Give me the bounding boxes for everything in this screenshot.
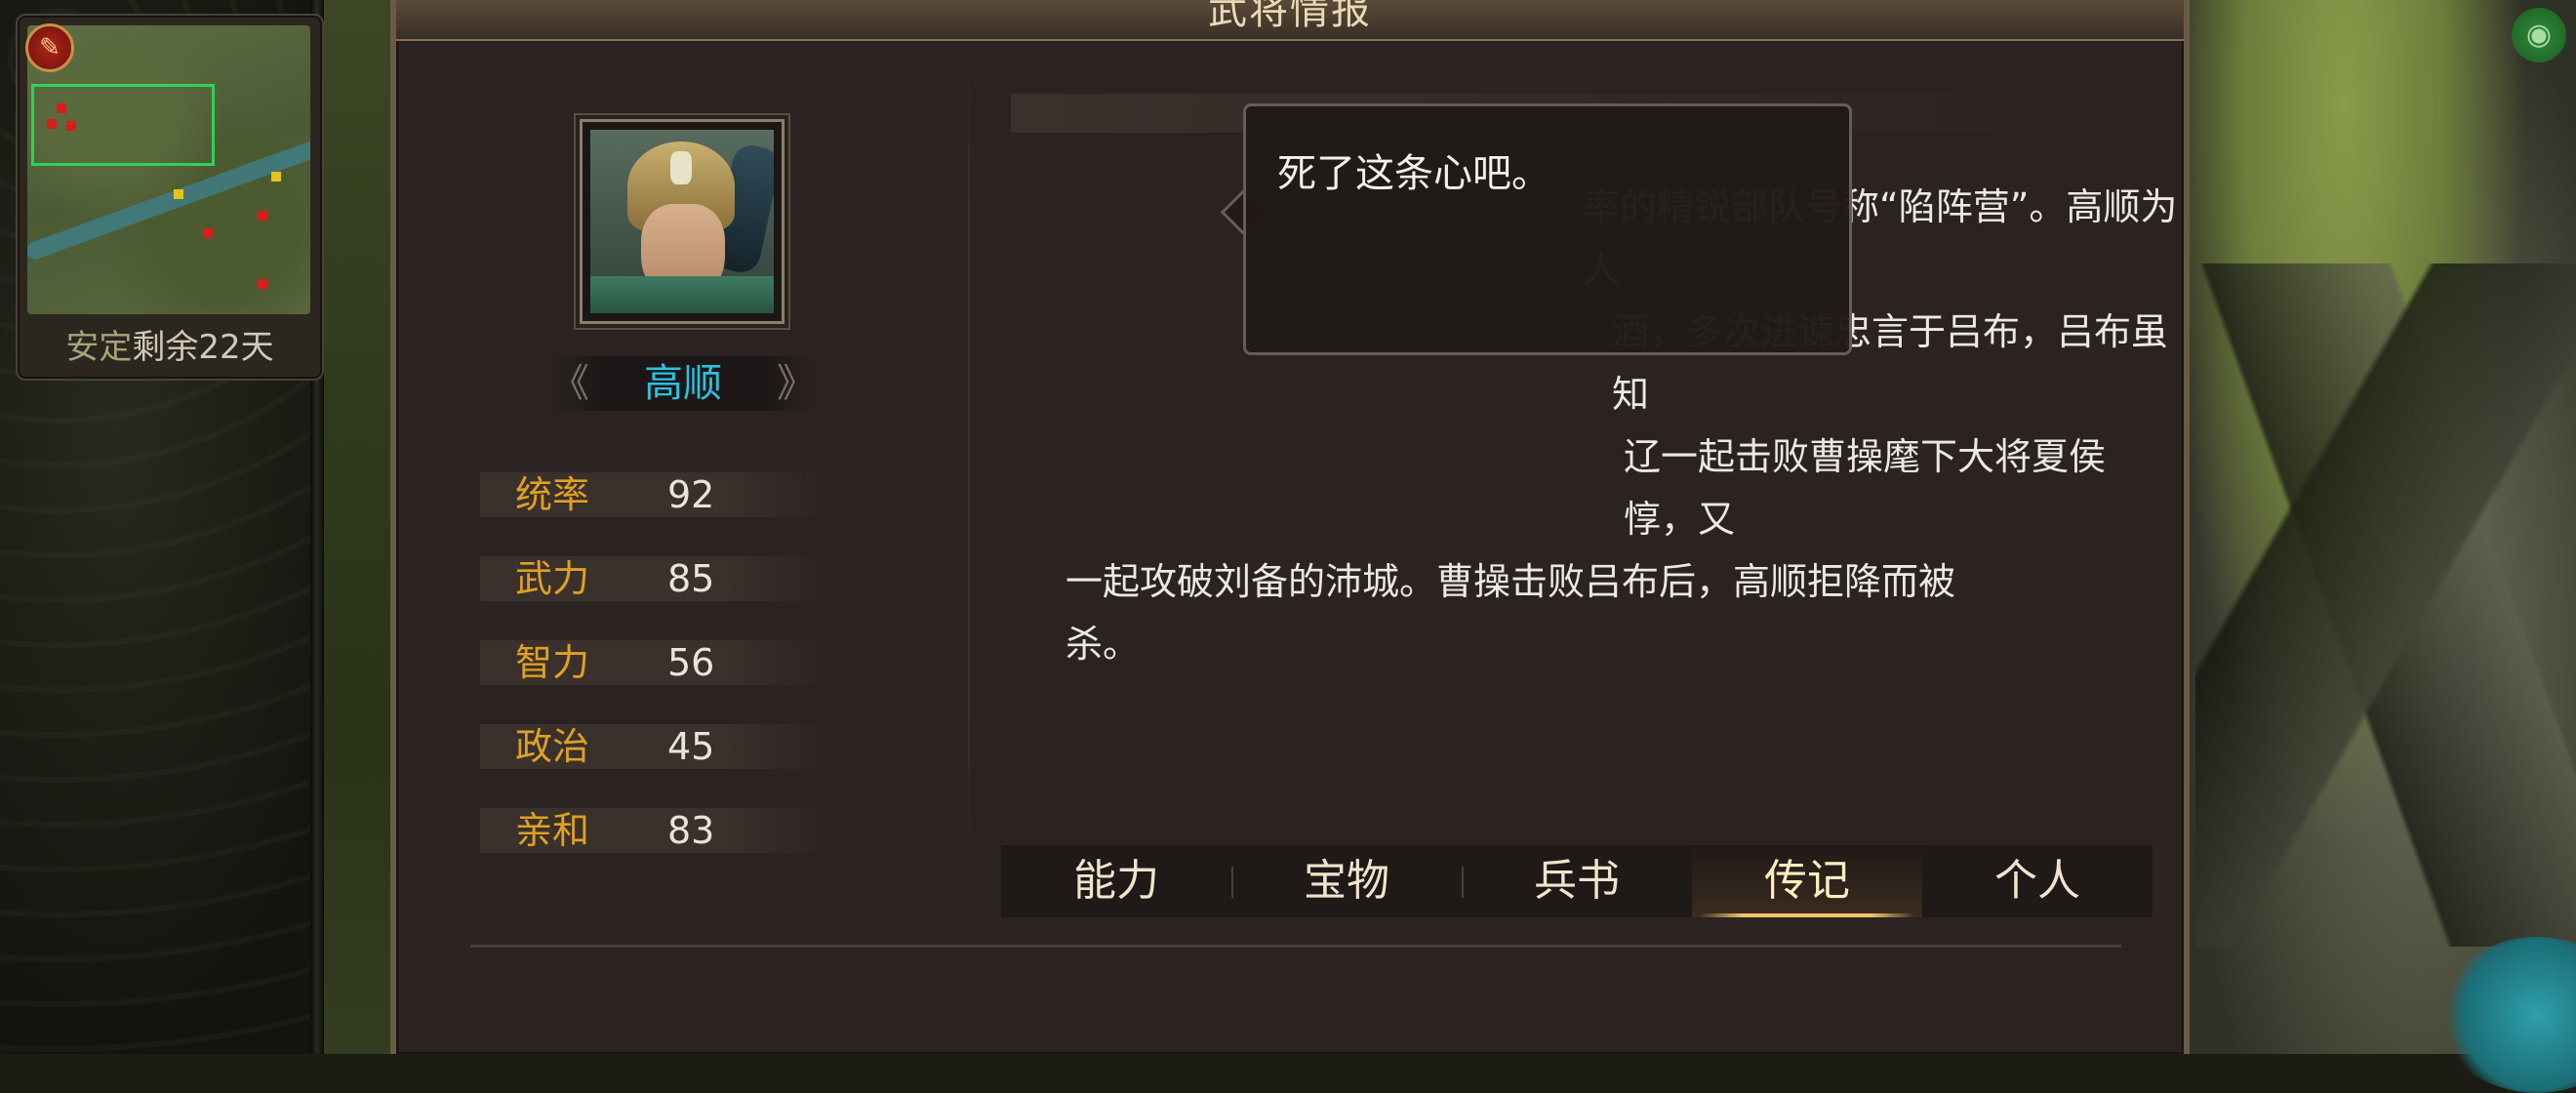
general-portrait-frame[interactable] [580,119,785,324]
minimap[interactable] [27,25,310,314]
column-divider [968,59,970,859]
minimap-city-marker [174,189,183,199]
tab-military-book[interactable]: 兵书 [1462,845,1692,917]
minimap-city-marker [66,121,76,131]
stat-label: 统率 [515,473,590,516]
stat-label: 智力 [515,641,590,684]
biography-line: 杀。 [1066,623,1141,666]
biography-line: 辽一起击败曹操麾下大将夏侯惇，又 [1624,435,2107,541]
stat-value: 56 [667,641,715,684]
days-remaining: 剩余22天 [132,328,274,367]
stat-value: 85 [667,557,715,600]
minimap-panel[interactable]: ✎ 安定剩余22天 [16,14,324,381]
red-seal-icon[interactable]: ✎ [25,23,74,72]
cloak [590,276,774,313]
tab-personal[interactable]: 个人 [1922,845,2153,917]
bottom-divider [470,945,2121,948]
tab-treasure[interactable]: 宝物 [1231,845,1462,917]
stat-row-strength: 武力 85 [480,556,831,601]
stat-value: 83 [667,809,715,852]
minimap-city-marker [203,228,213,238]
tab-biography[interactable]: 传记 [1692,845,1922,917]
minimap-city-marker [271,172,281,182]
stat-value: 92 [667,473,715,516]
stat-row-command: 统率 92 [480,472,831,517]
info-tab-bar: 能力 宝物 兵书 传记 个人 [1001,845,2153,917]
speech-bubble: 死了这条心吧。 [1243,103,1852,355]
stat-value: 45 [667,725,715,768]
stat-label: 政治 [515,725,590,768]
biography-line: 一起攻破刘备的沛城。曹操击败吕布后，高顺拒降而被 [1066,560,1956,603]
panel-title: 武将情报 [1208,0,1372,33]
name-plate: 《 高顺 》 [550,356,816,411]
helmet-gem [670,151,692,184]
general-portrait [590,130,774,313]
minimap-city-marker [57,103,66,113]
minimap-status: 安定剩余22天 [18,316,322,379]
minimap-city-marker [258,211,267,221]
minimap-city-marker [47,119,57,129]
general-info-panel: 武将情报 《 高顺 》 统率 92 武力 85 智力 56 政治 45 亲和 8… [390,0,2190,1054]
minimap-viewport[interactable] [31,84,215,166]
left-map-strip [324,0,392,1054]
stat-row-charisma: 亲和 83 [480,808,831,853]
minimap-city-marker [258,279,267,289]
stat-row-politics: 政治 45 [480,724,831,769]
map-mountain [2195,263,2576,947]
next-general-arrow-icon[interactable]: 》 [777,356,816,411]
stat-label: 亲和 [515,809,590,852]
tab-ability[interactable]: 能力 [1001,845,1231,917]
stat-label: 武力 [515,557,590,600]
stability-label: 安定 [65,328,133,367]
stat-row-intelligence: 智力 56 [480,640,831,685]
speech-bubble-text: 死了这条心吧。 [1277,151,1550,196]
green-status-icon[interactable]: ◉ [2512,8,2566,62]
